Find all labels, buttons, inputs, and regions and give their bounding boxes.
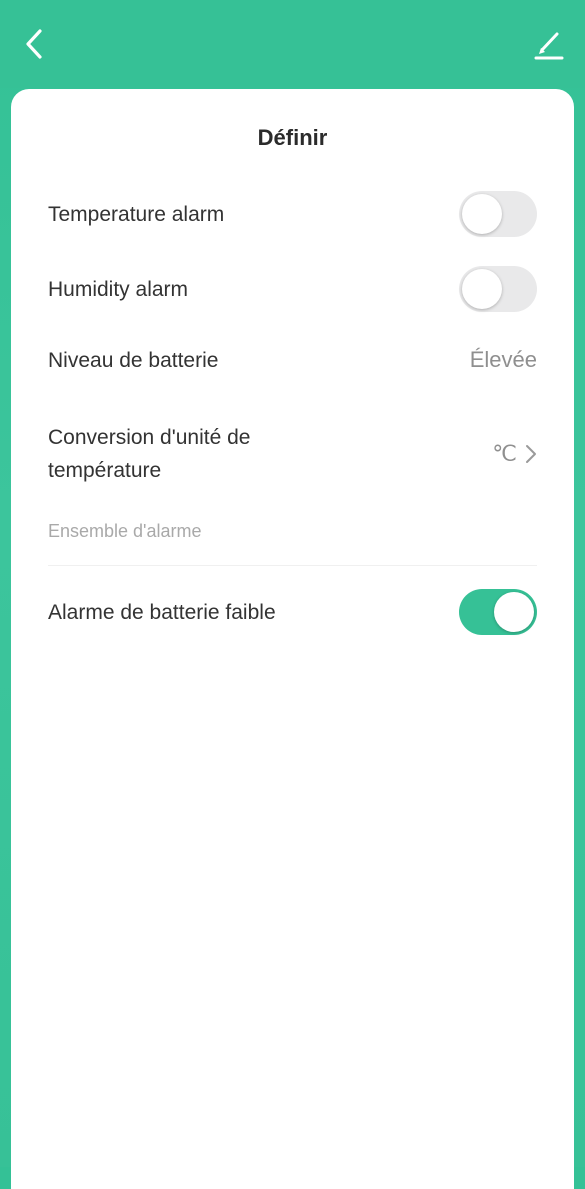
top-bar bbox=[0, 0, 585, 88]
humidity-alarm-label: Humidity alarm bbox=[48, 277, 189, 301]
edit-button[interactable] bbox=[527, 22, 571, 66]
temperature-alarm-row: Temperature alarm bbox=[48, 190, 537, 238]
humidity-alarm-toggle[interactable] bbox=[459, 266, 537, 312]
unit-value: ℃ bbox=[492, 441, 517, 466]
humidity-alarm-row: Humidity alarm bbox=[48, 265, 537, 313]
alarm-section-header: Ensemble d'alarme bbox=[48, 521, 202, 541]
settings-card: Définir Temperature alarm Humidity alarm… bbox=[11, 89, 574, 1189]
temperature-alarm-toggle[interactable] bbox=[459, 191, 537, 237]
back-button[interactable] bbox=[14, 22, 54, 66]
temperature-alarm-label: Temperature alarm bbox=[48, 202, 225, 226]
unit-conversion-label-line2: température bbox=[48, 459, 162, 482]
chevron-right-icon bbox=[526, 445, 536, 463]
toggle-knob bbox=[494, 592, 534, 632]
battery-level-value: Élevée bbox=[469, 347, 537, 372]
unit-conversion-row[interactable]: Conversion d'unité de température ℃ bbox=[48, 421, 537, 487]
unit-conversion-label: Conversion d'unité de température bbox=[48, 421, 250, 487]
pencil-icon bbox=[534, 32, 564, 60]
chevron-left-icon bbox=[26, 29, 42, 59]
divider bbox=[48, 565, 537, 566]
unit-conversion-label-line1: Conversion d'unité de bbox=[48, 426, 251, 449]
low-battery-alarm-label: Alarme de batterie faible bbox=[48, 600, 276, 624]
battery-level-row: Niveau de batterie Élevée bbox=[48, 342, 537, 378]
toggle-knob bbox=[462, 194, 502, 234]
low-battery-alarm-row: Alarme de batterie faible bbox=[48, 588, 537, 636]
low-battery-alarm-toggle[interactable] bbox=[459, 589, 537, 635]
battery-level-label: Niveau de batterie bbox=[48, 348, 219, 372]
page-title: Définir bbox=[257, 125, 328, 150]
toggle-knob bbox=[462, 269, 502, 309]
unit-selector[interactable]: ℃ bbox=[492, 441, 537, 467]
